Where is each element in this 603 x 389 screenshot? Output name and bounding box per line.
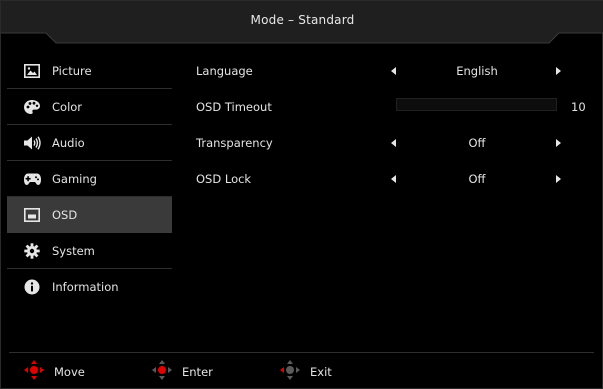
sidebar-item-label: System [52,243,95,258]
sidebar-item-osd[interactable]: OSD [7,197,172,233]
sidebar-item-system[interactable]: System [7,233,172,269]
sidebar-item-picture[interactable]: Picture [7,53,172,89]
palette-icon [22,97,42,117]
arrow-right-icon[interactable] [556,175,561,183]
gamepad-icon [22,169,42,189]
sidebar-item-gaming[interactable]: Gaming [7,161,172,197]
setting-value: Off [468,136,486,150]
dpad-exit-icon [279,359,301,385]
arrow-left-icon[interactable] [391,175,396,183]
hint-label: Enter [182,365,213,379]
hint-move: Move [23,358,85,386]
setting-transparency[interactable]: Transparency Off [191,125,601,161]
setting-label: Transparency [196,136,273,150]
sidebar-item-information[interactable]: Information [7,269,172,305]
hint-enter: Enter [151,358,213,386]
hint-exit: Exit [279,358,332,386]
gear-icon [22,241,42,261]
info-icon [22,277,42,297]
sidebar-item-label: Gaming [52,171,97,186]
sidebar-item-color[interactable]: Color [7,89,172,125]
setting-language[interactable]: Language English [191,53,601,89]
arrow-right-icon[interactable] [556,67,561,75]
osd-timeout-slider[interactable] [396,98,557,111]
page-title: Mode – Standard [250,13,355,27]
slider-value: 10 [571,100,586,114]
sidebar-item-label: Color [52,99,83,114]
setting-value: Off [468,172,486,186]
setting-value: English [456,64,498,78]
sidebar: Picture Color Audio Gaming OSD System In… [7,53,172,305]
sidebar-item-label: Picture [52,63,92,78]
settings-panel: Language English OSD Timeout 10 Transpar… [191,53,601,197]
arrow-left-icon[interactable] [391,67,396,75]
hint-label: Exit [310,365,332,379]
dpad-move-icon [23,359,45,385]
arrow-left-icon[interactable] [391,139,396,147]
arrow-right-icon[interactable] [556,139,561,147]
sidebar-item-label: OSD [52,207,78,222]
osd-window: Mode – Standard Picture Color Audio Gami… [0,0,603,389]
sidebar-item-label: Audio [52,135,85,150]
picture-icon [22,61,42,81]
footer-divider [9,352,594,353]
speaker-icon [22,133,42,153]
osd-icon [22,205,42,225]
setting-osd-lock[interactable]: OSD Lock Off [191,161,601,197]
setting-label: OSD Timeout [196,100,272,114]
sidebar-item-label: Information [52,280,119,294]
sidebar-item-audio[interactable]: Audio [7,125,172,161]
setting-label: OSD Lock [196,172,252,186]
dpad-enter-icon [151,359,173,385]
hint-label: Move [54,365,85,379]
setting-label: Language [196,64,253,78]
footer-hints: Move Enter Exit [1,358,603,386]
